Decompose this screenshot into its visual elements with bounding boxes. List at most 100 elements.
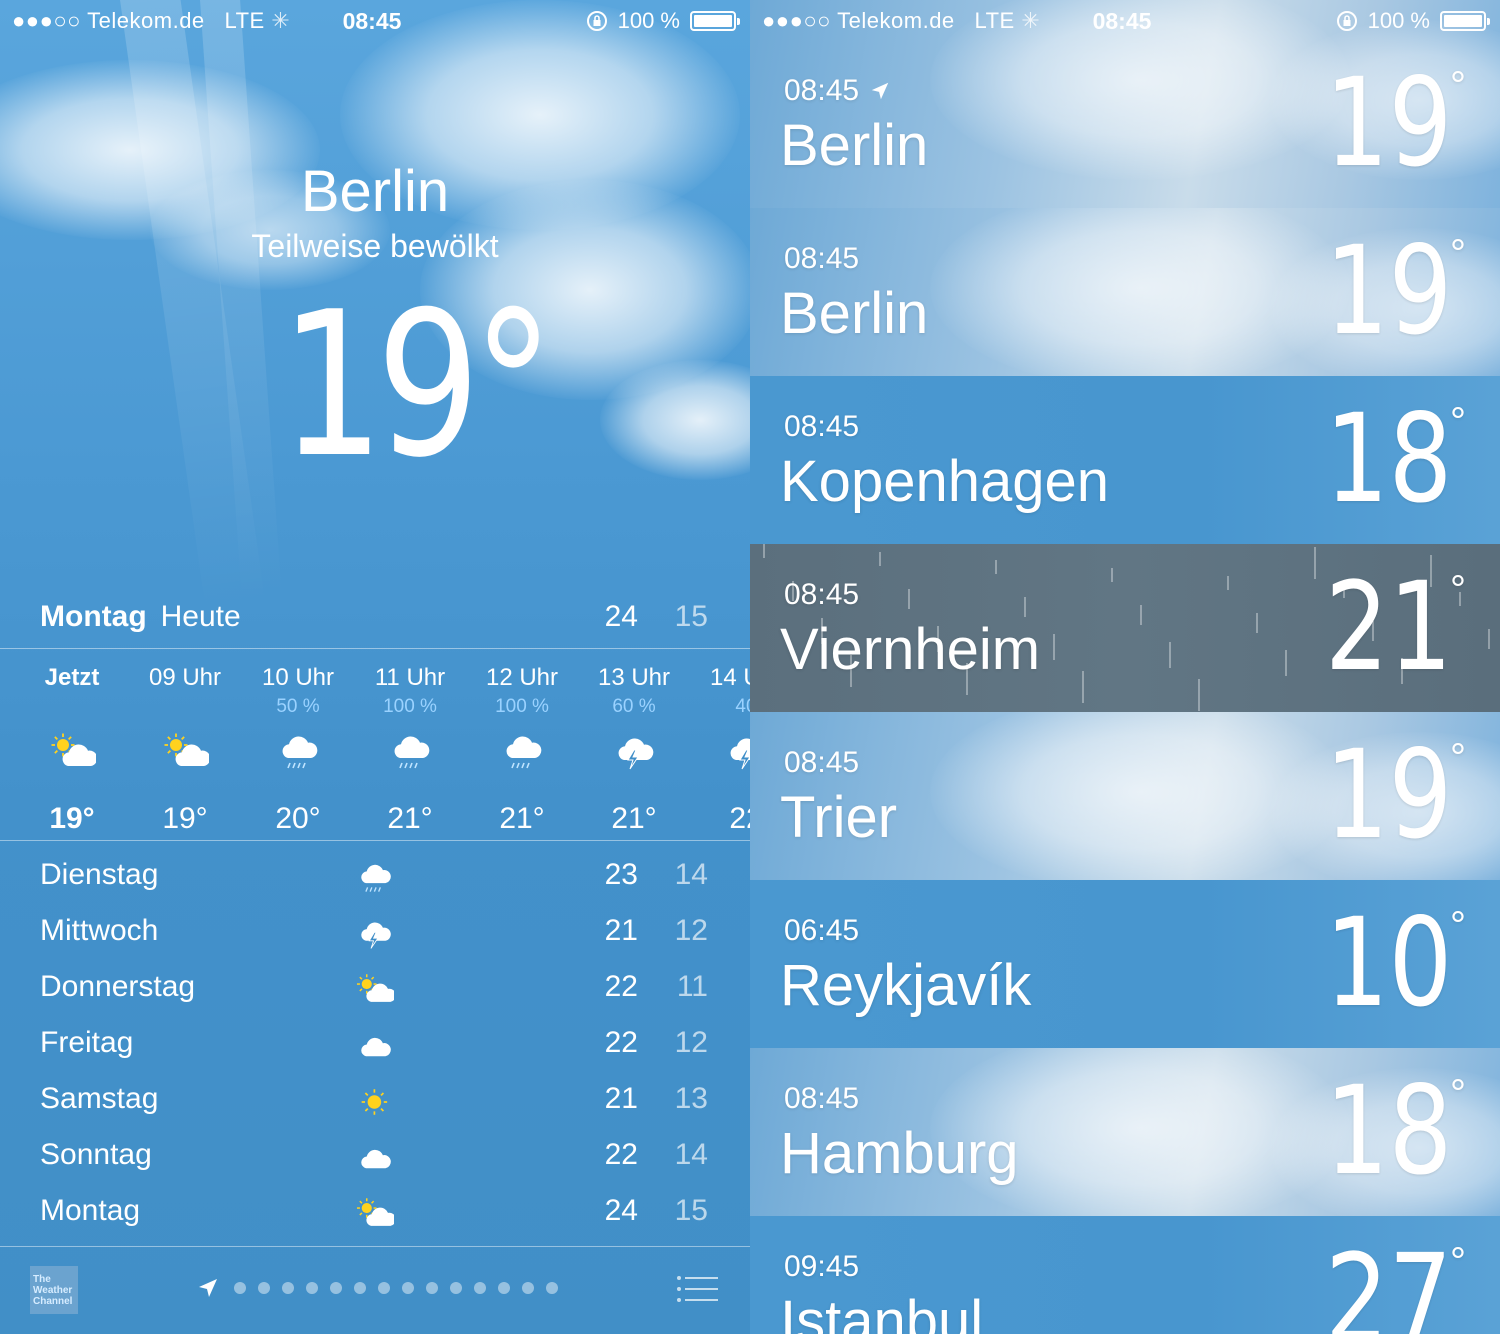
battery-percent: 100 % bbox=[1367, 8, 1430, 33]
partly-sunny-icon bbox=[352, 970, 396, 1010]
location-arrow-icon bbox=[199, 1279, 217, 1297]
hourly-forecast[interactable]: Jetzt 19° 09 Uhr 19° 10 Uhr 50 % 20° 11 … bbox=[0, 650, 750, 840]
day-name: Sonntag bbox=[40, 1138, 152, 1171]
city-row[interactable]: 08:45 Trier 19 ° bbox=[750, 712, 1500, 880]
page-dot[interactable] bbox=[258, 1282, 270, 1294]
city-row-name: Berlin bbox=[780, 281, 929, 346]
day-low: 14 bbox=[674, 858, 708, 891]
hourly-item: 09 Uhr 19° bbox=[129, 664, 241, 836]
today-relative: Heute bbox=[160, 600, 241, 633]
today-low: 15 bbox=[674, 600, 708, 633]
day-name: Montag bbox=[40, 1194, 141, 1227]
city-local-time: 06:45 bbox=[784, 914, 859, 948]
city-row[interactable]: 08:45 Kopenhagen 18 ° bbox=[750, 376, 1500, 544]
day-low: 12 bbox=[674, 914, 708, 947]
page-indicator[interactable] bbox=[196, 1276, 558, 1300]
city-row[interactable]: 08:45 Hamburg 18 ° bbox=[750, 1048, 1500, 1216]
hour-label: 13 Uhr bbox=[597, 664, 671, 691]
current-temperature: 19° bbox=[280, 269, 554, 502]
day-low: 14 bbox=[674, 1138, 708, 1171]
city-row-temperature: 19 bbox=[1324, 724, 1452, 866]
page-dot[interactable] bbox=[522, 1282, 534, 1294]
city-row[interactable]: 08:45 Viernheim 21 ° bbox=[750, 544, 1500, 712]
location-arrow-icon bbox=[871, 82, 889, 100]
city-local-time: 08:45 bbox=[784, 746, 859, 780]
today-day: Montag bbox=[40, 600, 147, 633]
daily-row: Freitag 22 12 bbox=[40, 1016, 710, 1072]
precip-chance bbox=[16, 696, 128, 724]
city-row-name: Reykjavík bbox=[780, 953, 1032, 1018]
page-dot[interactable] bbox=[498, 1282, 510, 1294]
city-row-temperature: 27 bbox=[1324, 1228, 1452, 1334]
page-dot[interactable] bbox=[450, 1282, 462, 1294]
hour-label: 14 Uhr bbox=[709, 664, 750, 691]
rotation-lock-icon bbox=[586, 11, 607, 31]
hourly-item: Jetzt 19° bbox=[16, 664, 128, 836]
day-low: 11 bbox=[676, 970, 708, 1003]
rain-streak bbox=[1053, 634, 1055, 660]
rotation-lock-icon bbox=[1336, 11, 1357, 31]
city-time: 08:45 bbox=[784, 242, 860, 275]
day-high: 22 bbox=[604, 970, 638, 1003]
divider bbox=[0, 648, 750, 649]
today-high: 24 bbox=[604, 600, 638, 633]
city-row-temperature: 19 bbox=[1324, 220, 1452, 362]
precip-chance bbox=[129, 696, 241, 724]
city-time: 08:45 bbox=[784, 746, 860, 779]
daily-row: Samstag 21 13 bbox=[40, 1072, 710, 1128]
partly-sunny-icon bbox=[129, 726, 241, 778]
weather-detail-view: ●●●○○ Telekom.de LTE ✳ 08:45 100 % Berli… bbox=[0, 0, 750, 1334]
rain-streak bbox=[995, 560, 997, 574]
rain-cloud-icon bbox=[354, 726, 466, 778]
hour-temperature: 19° bbox=[162, 802, 208, 835]
city-row-temperature: 19 bbox=[1324, 52, 1452, 194]
daily-row: Dienstag 23 14 bbox=[40, 848, 710, 904]
weather-condition: Teilweise bewölkt bbox=[251, 228, 499, 264]
day-high: 21 bbox=[604, 1082, 638, 1115]
city-list-icon[interactable] bbox=[676, 1274, 718, 1304]
day-name: Donnerstag bbox=[40, 970, 196, 1003]
page-dot[interactable] bbox=[426, 1282, 438, 1294]
day-high: 22 bbox=[604, 1138, 638, 1171]
degree-symbol: ° bbox=[1450, 64, 1466, 108]
daily-row: Donnerstag 22 11 bbox=[40, 960, 710, 1016]
page-dot[interactable] bbox=[282, 1282, 294, 1294]
hour-temperature: 21° bbox=[611, 802, 657, 835]
precip-chance: 40 bbox=[735, 696, 750, 717]
hour-label: 11 Uhr bbox=[374, 664, 446, 691]
degree-symbol: ° bbox=[1450, 568, 1466, 612]
hourly-item: 14 Uhr 40 22 bbox=[690, 664, 750, 836]
day-name: Freitag bbox=[40, 1026, 134, 1059]
city-time: 08:45 bbox=[784, 1082, 860, 1115]
weather-channel-logo[interactable]: The Weather Channel bbox=[30, 1266, 78, 1314]
rain-streak bbox=[1169, 642, 1171, 668]
city-time: 09:45 bbox=[784, 1250, 860, 1283]
degree-symbol: ° bbox=[1450, 1072, 1466, 1116]
thunder-cloud-icon bbox=[578, 726, 690, 778]
page-dot[interactable] bbox=[546, 1282, 558, 1294]
page-dot[interactable] bbox=[330, 1282, 342, 1294]
city-row[interactable]: 08:45 Berlin 19 ° bbox=[750, 208, 1500, 376]
city-row-name: Hamburg bbox=[780, 1121, 1019, 1186]
thunder-cloud-icon bbox=[352, 914, 396, 954]
day-low: 15 bbox=[674, 1194, 708, 1227]
rain-streak bbox=[1256, 613, 1258, 633]
page-dot[interactable] bbox=[306, 1282, 318, 1294]
bottom-toolbar: The Weather Channel bbox=[0, 1248, 750, 1334]
precip-chance: 60 % bbox=[612, 696, 656, 717]
cloud-icon bbox=[352, 1138, 396, 1178]
page-dot[interactable] bbox=[378, 1282, 390, 1294]
city-row-temperature: 21 bbox=[1324, 556, 1452, 698]
page-dot[interactable] bbox=[354, 1282, 366, 1294]
rain-streak bbox=[1198, 679, 1200, 711]
page-dot[interactable] bbox=[474, 1282, 486, 1294]
page-dot[interactable] bbox=[402, 1282, 414, 1294]
city-row[interactable]: 06:45 Reykjavík 10 ° bbox=[750, 880, 1500, 1048]
city-local-time: 08:45 bbox=[784, 578, 859, 612]
city-row-name: Trier bbox=[780, 785, 898, 850]
day-name: Samstag bbox=[40, 1082, 159, 1115]
city-local-time: 08:45 bbox=[784, 242, 859, 276]
page-dot[interactable] bbox=[234, 1282, 246, 1294]
city-row[interactable]: 09:45 Istanbul 27 ° bbox=[750, 1216, 1500, 1334]
thunder-cloud-icon bbox=[690, 726, 750, 778]
